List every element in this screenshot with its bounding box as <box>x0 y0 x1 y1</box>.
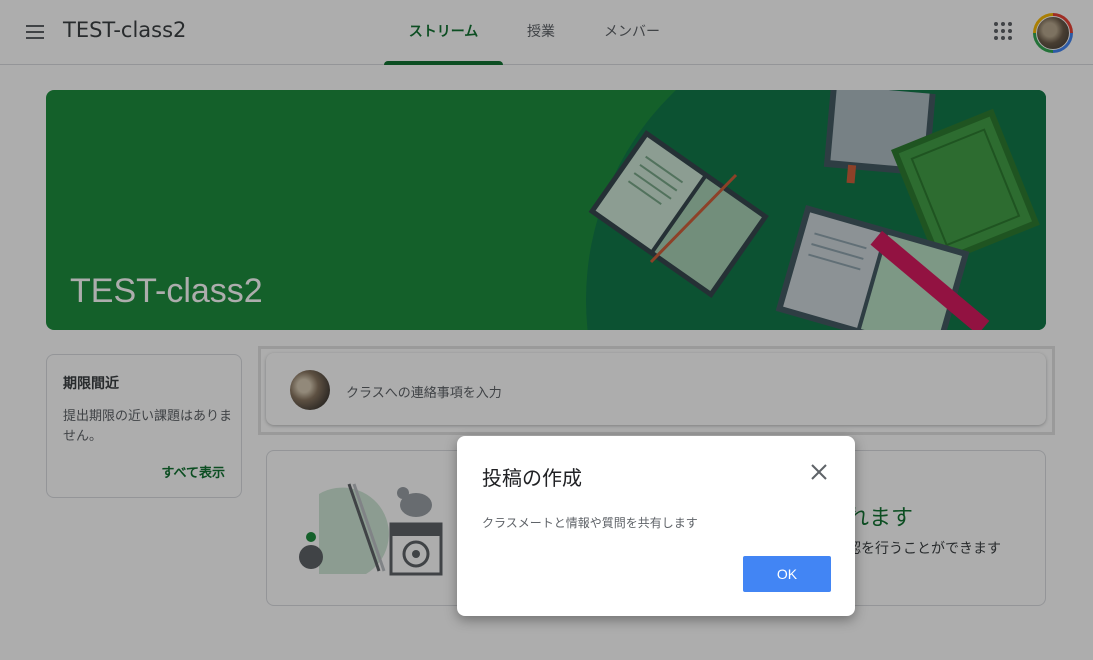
close-icon[interactable] <box>807 460 831 484</box>
dialog-title: 投稿の作成 <box>482 466 582 490</box>
ok-button[interactable]: OK <box>743 556 831 592</box>
dialog-body-text: クラスメートと情報や質問を共有します <box>482 516 698 530</box>
create-post-dialog: 投稿の作成 クラスメートと情報や質問を共有します OK <box>457 436 855 616</box>
